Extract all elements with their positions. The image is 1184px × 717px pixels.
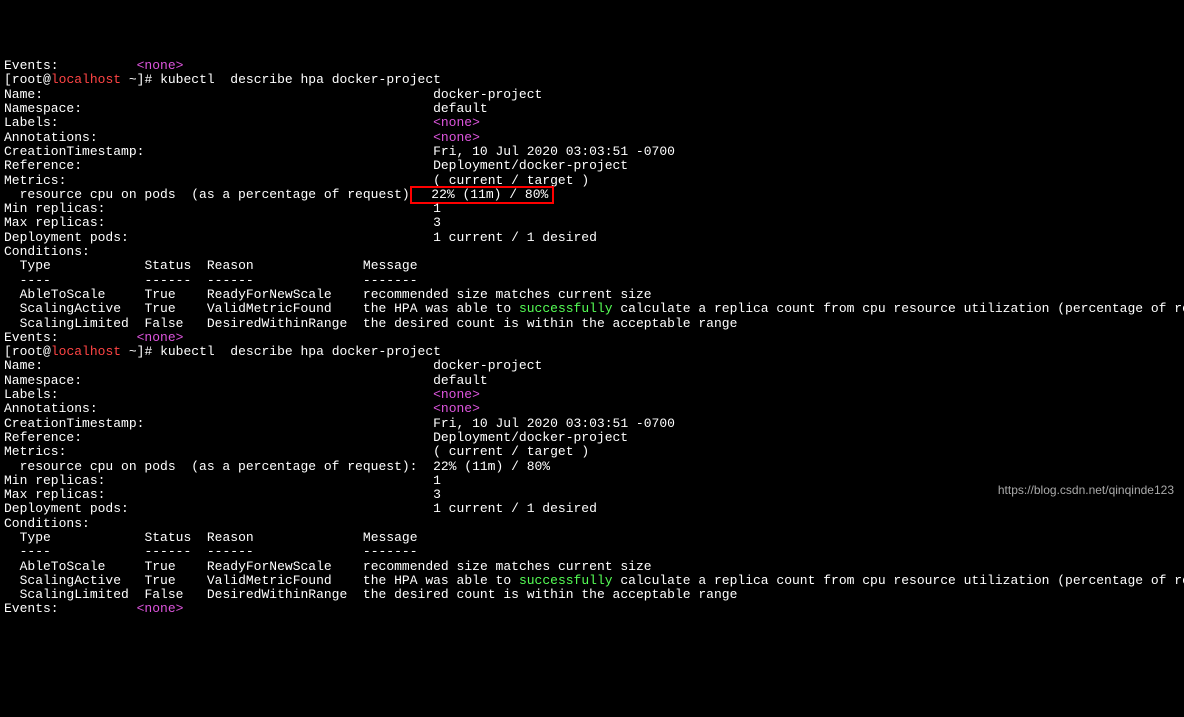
hostname: localhost [51,72,121,87]
deployment-pods-line: Deployment pods: 1 current / 1 desired [4,502,1184,516]
table-divider: ---- ------ ------ ------- [4,545,1184,559]
none-value: <none> [433,130,480,145]
labels-line: Labels: <none> [4,116,1184,130]
table-header: Type Status Reason Message [4,259,1184,273]
terminal-output: Events: <none>[root@localhost ~]# kubect… [0,57,1184,617]
namespace-line: Namespace: default [4,102,1184,116]
condition-row-3: ScalingLimited False DesiredWithinRange … [4,588,1184,602]
annotations-line: Annotations: <none> [4,131,1184,145]
resource-line-highlighted: resource cpu on pods (as a percentage of… [4,188,1184,202]
none-value: <none> [433,387,480,402]
conditions-label: Conditions: [4,517,1184,531]
events-line-top: Events: <none> [4,59,1184,73]
table-header: Type Status Reason Message [4,531,1184,545]
condition-row-3: ScalingLimited False DesiredWithinRange … [4,317,1184,331]
success-text: successfully [519,301,613,316]
namespace-line: Namespace: default [4,374,1184,388]
condition-row-1: AbleToScale True ReadyForNewScale recomm… [4,288,1184,302]
watermark-text: https://blog.csdn.net/qinqinde123 [998,484,1174,497]
none-value: <none> [433,401,480,416]
metrics-line: Metrics: ( current / target ) [4,445,1184,459]
metrics-line: Metrics: ( current / target ) [4,174,1184,188]
condition-row-2: ScalingActive True ValidMetricFound the … [4,302,1184,316]
creation-line: CreationTimestamp: Fri, 10 Jul 2020 03:0… [4,145,1184,159]
resource-line: resource cpu on pods (as a percentage of… [4,460,1184,474]
none-value: <none> [137,330,184,345]
events-line: Events: <none> [4,331,1184,345]
prompt-line-1[interactable]: [root@localhost ~]# kubectl describe hpa… [4,73,1184,87]
hostname: localhost [51,344,121,359]
name-line: Name: docker-project [4,88,1184,102]
max-replicas-line: Max replicas: 3 [4,216,1184,230]
min-replicas-line: Min replicas: 1 [4,202,1184,216]
condition-row-1: AbleToScale True ReadyForNewScale recomm… [4,560,1184,574]
conditions-label: Conditions: [4,245,1184,259]
command-text: kubectl describe hpa docker-project [152,72,441,87]
table-divider: ---- ------ ------ ------- [4,274,1184,288]
reference-line: Reference: Deployment/docker-project [4,159,1184,173]
success-text: successfully [519,573,613,588]
events-line-bottom: Events: <none> [4,602,1184,616]
name-line: Name: docker-project [4,359,1184,373]
creation-line: CreationTimestamp: Fri, 10 Jul 2020 03:0… [4,417,1184,431]
command-text: kubectl describe hpa docker-project [152,344,441,359]
labels-line: Labels: <none> [4,388,1184,402]
none-value: <none> [433,115,480,130]
prompt-line-2[interactable]: [root@localhost ~]# kubectl describe hpa… [4,345,1184,359]
reference-line: Reference: Deployment/docker-project [4,431,1184,445]
none-value: <none> [137,58,184,73]
none-value: <none> [137,601,184,616]
condition-row-2: ScalingActive True ValidMetricFound the … [4,574,1184,588]
annotations-line: Annotations: <none> [4,402,1184,416]
deployment-pods-line: Deployment pods: 1 current / 1 desired [4,231,1184,245]
